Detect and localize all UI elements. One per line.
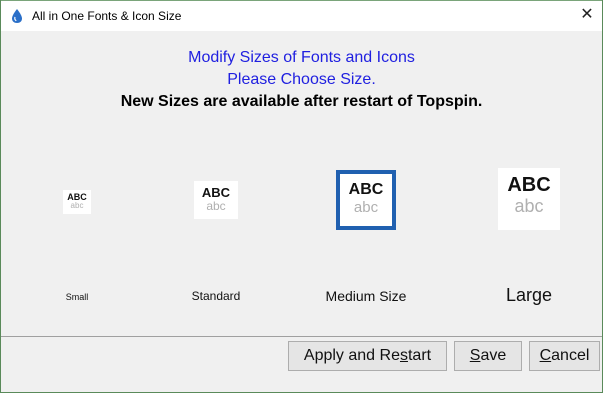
font-icon-size-dialog: All in One Fonts & Icon Size ✕ Modify Si…	[0, 0, 603, 393]
close-icon[interactable]: ✕	[572, 1, 602, 31]
size-option-medium[interactable]: ABC abc	[336, 170, 396, 230]
sample-lower-text: abc	[353, 199, 379, 216]
heading-restart-note: New Sizes are available after restart of…	[120, 93, 483, 110]
size-label-small: Small	[65, 292, 89, 302]
topspin-drop-icon	[9, 8, 25, 24]
save-label-rest: ave	[480, 347, 507, 364]
heading-choose-size: Please Choose Size.	[227, 71, 376, 88]
button-bar-divider	[1, 336, 602, 337]
sample-upper-text: ABC	[348, 181, 384, 198]
heading-modify-sizes: Modify Sizes of Fonts and Icons	[188, 49, 415, 66]
size-label-standard: Standard	[191, 289, 241, 303]
sample-upper-text: ABC	[201, 185, 231, 200]
apply-label-prefix: Apply and Re	[303, 347, 400, 364]
save-button[interactable]: Save	[454, 341, 522, 371]
dialog-content: Modify Sizes of Fonts and Icons Please C…	[1, 31, 602, 336]
size-option-large[interactable]: ABC abc	[498, 168, 560, 230]
cancel-label-mnemonic: C	[539, 347, 552, 364]
sample-lower-text: abc	[514, 196, 544, 216]
save-label-mnemonic: S	[469, 347, 481, 364]
apply-label-mnemonic: s	[399, 347, 408, 364]
size-option-standard[interactable]: ABC abc	[194, 181, 238, 219]
cancel-button[interactable]: Cancel	[529, 341, 600, 371]
size-label-medium: Medium Size	[325, 288, 407, 304]
size-label-large: Large	[505, 285, 553, 305]
sample-lower-text: abc	[70, 201, 84, 210]
cancel-label-rest: ancel	[551, 347, 590, 364]
title-bar: All in One Fonts & Icon Size ✕	[1, 0, 602, 31]
size-option-small[interactable]: ABC abc	[63, 190, 91, 214]
sample-upper-text: ABC	[507, 174, 551, 196]
sample-lower-text: abc	[206, 199, 226, 213]
apply-and-restart-button[interactable]: Apply and Restart	[288, 341, 447, 371]
window-title: All in One Fonts & Icon Size	[32, 9, 182, 23]
apply-label-suffix: tart	[407, 347, 432, 364]
